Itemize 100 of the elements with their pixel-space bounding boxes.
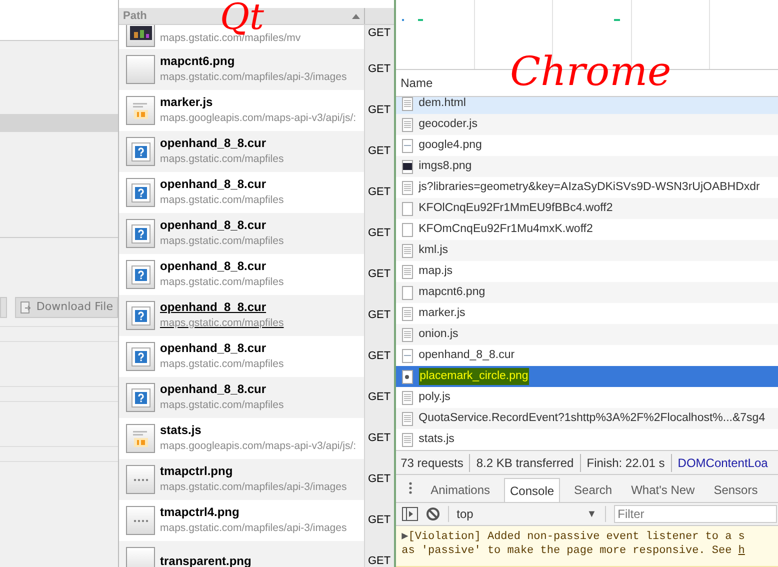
document-icon <box>402 264 413 278</box>
request-row[interactable]: openhand_8_8.cur maps.gstatic.com/mapfiles GET <box>119 213 394 254</box>
image-file-icon <box>126 506 155 535</box>
download-icon <box>20 301 32 314</box>
request-row[interactable]: geocoder.js <box>396 114 778 135</box>
drawer-tab[interactable]: Console <box>504 478 560 502</box>
document-icon <box>402 180 413 194</box>
context-dropdown[interactable]: top ▼ <box>456 505 597 523</box>
request-row[interactable]: mapcnt6.png <box>396 282 778 303</box>
file-name: js?libraries=geometry&key=AIzaSyDKiSVs9D-WSN3rUjOABHDxdr <box>418 180 760 195</box>
file-name: openhand_8_8.cur <box>160 300 268 314</box>
file-path: maps.googleapis.com/maps-api-v3/api/js/: <box>160 110 356 126</box>
method-label: GET <box>368 431 391 446</box>
method-label: GET <box>368 144 391 160</box>
file-name: placemark_circle.png <box>418 368 530 386</box>
request-row[interactable]: QuotaService.RecordEvent?1shttp%3A%2F%2Flocalhost%...&7sg4 <box>396 408 778 429</box>
file-name: tmapctrl4.png <box>160 504 240 520</box>
request-row[interactable]: tmapctrl.png maps.gstatic.com/mapfiles/api-3/images GET <box>119 459 394 500</box>
document-icon <box>402 412 413 426</box>
document-icon <box>402 118 413 132</box>
drawer-tab[interactable]: Animations <box>426 478 495 502</box>
file-name: openhand_8_8.cur <box>160 176 268 192</box>
method-label: GET <box>368 26 391 41</box>
request-row[interactable]: openhand_8_8.cur maps.gstatic.com/mapfiles GET <box>119 131 394 172</box>
file-name: KFOlCnqEu92Fr1MmEU9fBBc4.woff2 <box>418 200 613 216</box>
request-row[interactable]: imgs8.png <box>396 156 778 177</box>
more-icon[interactable] <box>408 482 412 494</box>
file-path: maps.gstatic.com/mapfiles <box>160 152 284 166</box>
file-icon <box>402 286 413 300</box>
file-name: poly.js <box>418 390 450 405</box>
drawer-tab[interactable]: Sensors <box>708 478 763 502</box>
status-text: 73 requests <box>400 454 464 472</box>
method-label: GET <box>368 267 391 282</box>
status-text: Finish: 22.01 s <box>580 454 665 472</box>
blank-file-icon <box>126 55 155 84</box>
request-row[interactable]: mapcnt6.png maps.gstatic.com/mapfiles/api-3/images GET <box>119 49 394 90</box>
question-mark-icon <box>126 219 155 248</box>
question-mark-icon <box>126 383 155 412</box>
file-name: openhand_8_8.cur <box>418 348 515 363</box>
file-name: kml.js <box>418 242 448 258</box>
file-path: maps.gstatic.com/mapfiles <box>160 316 284 330</box>
question-mark-icon <box>126 260 155 289</box>
clear-icon[interactable] <box>426 507 440 521</box>
request-row[interactable]: dem.html <box>396 97 778 114</box>
request-row[interactable]: placemark_circle.png <box>396 366 778 387</box>
file-name: mapcnt6.png <box>418 284 486 300</box>
violation-message: ▶[Violation] Added non-passive event listener to a s as 'passive' to make the page more responsive. See h <box>402 530 746 558</box>
source-link[interactable]: h <box>738 545 745 557</box>
method-label: GET <box>368 226 391 242</box>
document-icon <box>402 244 413 258</box>
file-icon <box>402 222 413 236</box>
file-path: maps.googleapis.com/maps-api-v3/api/js/: <box>160 438 356 454</box>
handwritten-annotation: Chrome <box>510 52 672 92</box>
request-row[interactable]: KFOlCnqEu92Fr1MmEU9fBBc4.woff2 <box>396 198 778 219</box>
file-name: stats.js <box>418 432 454 447</box>
file-icon <box>402 202 413 216</box>
file-name: openhand_8_8.cur <box>160 382 268 396</box>
request-row[interactable]: onion.js <box>396 324 778 345</box>
drawer-tab[interactable]: Search <box>569 478 618 502</box>
file-name: openhand_8_8.cur <box>160 340 268 356</box>
file-path: maps.gstatic.com/mapfiles <box>160 192 284 208</box>
file-name: openhand_8_8.cur <box>160 258 268 274</box>
file-name: geocoder.js <box>418 116 478 132</box>
file-path: maps.gstatic.com/mapfiles <box>160 398 284 412</box>
image-icon <box>402 138 413 152</box>
file-path: maps.gstatic.com/mapfiles <box>160 274 284 290</box>
question-mark-icon <box>126 178 155 207</box>
file-path: maps.gstatic.com/mapfiles <box>160 234 284 248</box>
sort-icon <box>352 14 360 18</box>
document-icon <box>402 97 413 110</box>
request-row[interactable]: openhand_8_8.cur maps.gstatic.com/mapfiles GET <box>119 377 394 418</box>
method-label: GET <box>368 308 391 324</box>
js-file-icon <box>126 424 155 453</box>
status-link[interactable]: DOMContentLoa <box>670 454 768 472</box>
file-name: openhand_8_8.cur <box>160 136 268 150</box>
image-icon <box>402 160 413 174</box>
file-name: QuotaService.RecordEvent?1shttp%3A%2F%2Flocalhost%...&7sg4 <box>418 410 766 426</box>
method-label: GET <box>368 185 391 200</box>
file-name: onion.js <box>418 326 458 342</box>
document-icon <box>402 390 413 404</box>
status-text: 8.2 KB transferred <box>469 454 574 472</box>
filter-field[interactable]: Filter <box>614 505 777 523</box>
method-label: GET <box>368 554 391 567</box>
drawer-tab[interactable]: What's New <box>626 478 700 502</box>
file-name: tmapctrl.png <box>160 464 234 478</box>
file-name: imgs8.png <box>418 158 472 174</box>
file-path: maps.gstatic.com/mapfiles/api-3/images <box>160 520 347 536</box>
text-field[interactable] <box>0 0 118 41</box>
file-name: KFOmCnqEu92Fr1Mu4mxK.woff2 <box>418 222 593 237</box>
file-name: dem.html <box>418 97 466 111</box>
file-name: marker.js <box>418 306 466 321</box>
header-label: Name <box>400 75 433 92</box>
sidebar-toggle-icon[interactable] <box>402 507 418 521</box>
method-label: GET <box>368 62 391 78</box>
document-icon <box>402 328 413 342</box>
file-path: maps.gstatic.com/mapfiles/api-3/images <box>160 480 347 494</box>
request-row[interactable]: kml.js <box>396 240 778 261</box>
question-mark-icon <box>126 137 155 166</box>
request-row[interactable]: openhand_8_8.cur maps.gstatic.com/mapfiles GET <box>119 295 394 336</box>
file-name: openhand_8_8.cur <box>160 218 268 232</box>
